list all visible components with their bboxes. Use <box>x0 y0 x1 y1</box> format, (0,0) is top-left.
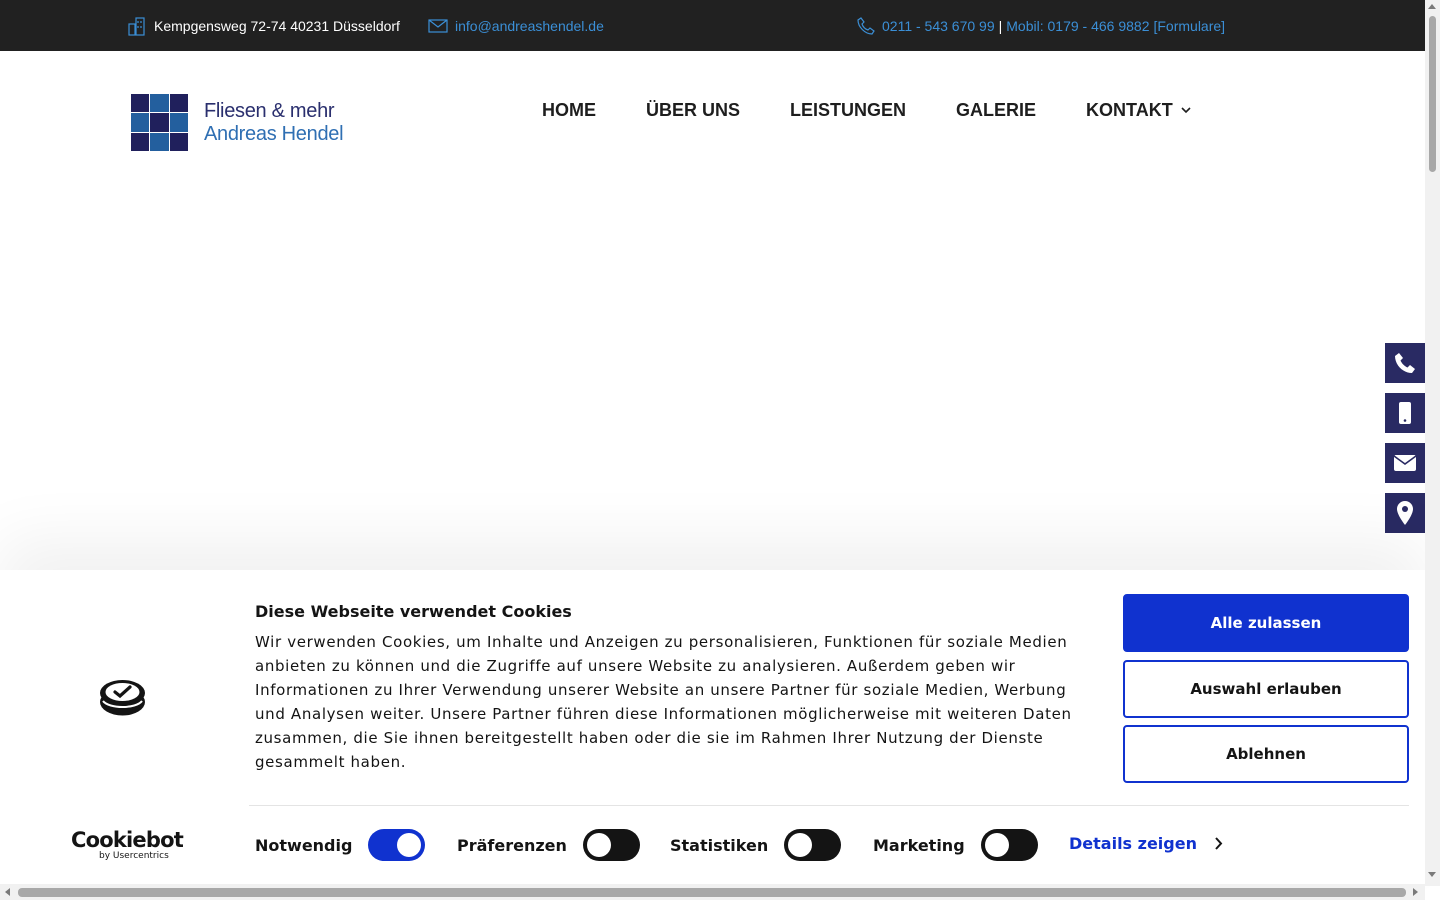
toggle-knob <box>586 833 611 857</box>
details-link[interactable]: Details zeigen <box>1069 834 1223 853</box>
toggle-statistics-label: Statistiken <box>670 835 769 855</box>
phone-icon <box>1395 353 1415 373</box>
chevron-down-icon <box>1181 106 1191 113</box>
vertical-scrollbar[interactable] <box>1425 0 1440 886</box>
cookie-banner: Cookiebot by Usercentrics Diese Webseite… <box>0 570 1425 884</box>
forms-link[interactable]: [Formulare] <box>1153 18 1225 34</box>
top-bar: Kempgensweg 72-74 40231 Düsseldorf info@… <box>0 0 1425 51</box>
details-label: Details zeigen <box>1069 834 1197 853</box>
vertical-scroll-thumb[interactable] <box>1429 16 1436 172</box>
nav-item-galerie[interactable]: GALERIE <box>956 100 1036 121</box>
toggle-necessary-label: Notwendig <box>255 835 353 855</box>
cookiebot-brand: Cookiebot <box>71 828 184 852</box>
logo-line-2: Andreas Hendel <box>204 123 344 145</box>
toggle-statistics-row: Statistiken <box>670 828 842 862</box>
scroll-down-arrow[interactable] <box>1428 872 1436 877</box>
scroll-right-arrow[interactable] <box>1413 888 1418 896</box>
email-link[interactable]: info@andreashendel.de <box>428 0 604 51</box>
phone-link[interactable]: 0211 - 543 670 99 <box>882 18 995 34</box>
building-icon <box>128 16 145 36</box>
nav-item-kontakt[interactable]: KONTAKT <box>1086 100 1191 121</box>
logo-tiles <box>131 94 188 151</box>
envelope-icon <box>1393 455 1417 471</box>
mobile-icon <box>1399 402 1411 424</box>
cookie-description: Wir verwenden Cookies, um Inhalte und An… <box>255 633 1072 771</box>
logo-tile <box>169 94 188 113</box>
nav-item-leistungen[interactable]: LEISTUNGEN <box>790 100 906 121</box>
scroll-left-arrow[interactable] <box>5 888 10 896</box>
toggle-preferences[interactable] <box>582 829 640 861</box>
envelope-icon <box>428 18 448 33</box>
logo-tile <box>150 94 169 113</box>
allow-selection-button[interactable]: Auswahl erlauben <box>1123 660 1409 718</box>
toggle-preferences-label: Präferenzen <box>457 835 567 855</box>
side-email-button[interactable] <box>1385 443 1425 483</box>
toggle-preferences-row: Präferenzen <box>457 828 640 862</box>
email-text[interactable]: info@andreashendel.de <box>455 18 604 34</box>
side-contact-bar <box>1385 343 1425 543</box>
toggle-knob <box>984 833 1009 857</box>
toggle-marketing[interactable] <box>980 829 1038 861</box>
toggle-marketing-label: Marketing <box>873 835 965 855</box>
logo-tile <box>169 113 188 132</box>
toggle-knob <box>788 833 813 857</box>
mobile-link[interactable]: Mobil: 0179 - 466 9882 <box>1006 18 1149 34</box>
phone-info: 0211 - 543 670 99 | Mobil: 0179 - 466 98… <box>857 0 1225 51</box>
address-info: Kempgensweg 72-74 40231 Düsseldorf <box>127 0 400 51</box>
logo-tile <box>131 94 150 113</box>
logo-tile <box>131 132 150 151</box>
cookiebot-logo[interactable]: Cookiebot by Usercentrics <box>71 828 184 861</box>
toggle-necessary[interactable] <box>368 829 426 861</box>
address-text: Kempgensweg 72-74 40231 Düsseldorf <box>154 17 400 34</box>
cookiebot-icon <box>100 680 145 716</box>
phone-icon <box>857 16 875 35</box>
side-mobile-button[interactable] <box>1385 393 1425 433</box>
horizontal-scrollbar[interactable] <box>0 884 1425 900</box>
map-marker-icon <box>1397 501 1413 525</box>
toggle-knob <box>397 833 422 857</box>
horizontal-scroll-thumb[interactable] <box>18 888 1406 897</box>
logo-tile <box>150 132 169 151</box>
divider <box>249 805 1409 806</box>
nav-item-home[interactable]: HOME <box>542 100 596 121</box>
logo-text: Fliesen & mehr Andreas Hendel <box>204 100 344 146</box>
nav-item-ueber-uns[interactable]: ÜBER UNS <box>646 100 740 121</box>
logo-line-1: Fliesen & mehr <box>204 100 335 122</box>
deny-button[interactable]: Ablehnen <box>1123 725 1409 783</box>
cookiebot-brand-sub: by Usercentrics <box>99 851 169 861</box>
side-phone-button[interactable] <box>1385 343 1425 383</box>
toggle-statistics[interactable] <box>784 829 842 861</box>
logo-tile <box>150 113 169 132</box>
logo-tile <box>169 132 188 151</box>
allow-all-button[interactable]: Alle zulassen <box>1123 594 1409 652</box>
toggle-marketing-row: Marketing <box>873 828 1038 862</box>
scroll-up-arrow[interactable] <box>1428 4 1436 9</box>
logo-tile <box>131 113 150 132</box>
toggle-necessary-row: Notwendig <box>255 828 426 862</box>
side-map-button[interactable] <box>1385 493 1425 533</box>
site-logo[interactable]: Fliesen & mehr Andreas Hendel <box>131 94 346 152</box>
cookie-title: Diese Webseite verwendet Cookies <box>255 602 572 621</box>
separator: | <box>998 17 1003 34</box>
main-nav: HOME ÜBER UNS LEISTUNGEN GALERIE KONTAKT <box>542 96 1191 124</box>
chevron-right-icon <box>1215 837 1223 850</box>
